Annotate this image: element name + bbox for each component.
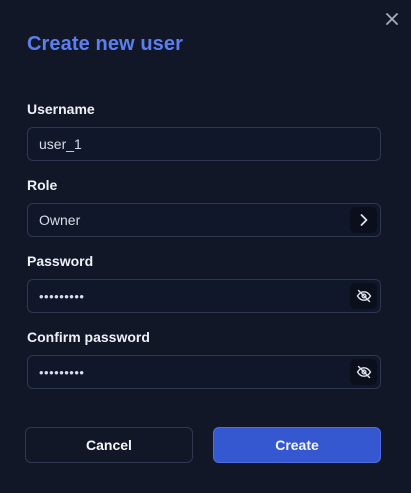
role-dropdown-button[interactable] — [350, 207, 377, 233]
eye-off-icon — [356, 289, 371, 303]
confirm-password-field[interactable]: ••••••••• — [27, 355, 381, 389]
close-icon — [386, 13, 398, 25]
username-field[interactable] — [27, 127, 381, 161]
role-label: Role — [27, 177, 58, 193]
confirm-password-visibility-toggle[interactable] — [350, 359, 377, 385]
role-select[interactable]: Owner — [27, 203, 381, 237]
confirm-password-label: Confirm password — [27, 329, 150, 345]
dialog-title: Create new user — [27, 33, 184, 55]
username-input[interactable] — [39, 136, 329, 152]
username-label: Username — [27, 101, 95, 117]
confirm-password-value: ••••••••• — [39, 364, 85, 380]
eye-off-icon — [356, 365, 371, 379]
create-button[interactable]: Create — [213, 427, 381, 463]
close-button[interactable] — [382, 9, 402, 29]
password-visibility-toggle[interactable] — [350, 283, 377, 309]
password-label: Password — [27, 253, 94, 269]
chevron-right-icon — [360, 214, 367, 226]
create-user-dialog: Create new user Username Role Owner Pass… — [0, 0, 411, 493]
cancel-button[interactable]: Cancel — [25, 427, 193, 463]
role-value: Owner — [39, 212, 81, 228]
password-value: ••••••••• — [39, 288, 85, 304]
password-field[interactable]: ••••••••• — [27, 279, 381, 313]
